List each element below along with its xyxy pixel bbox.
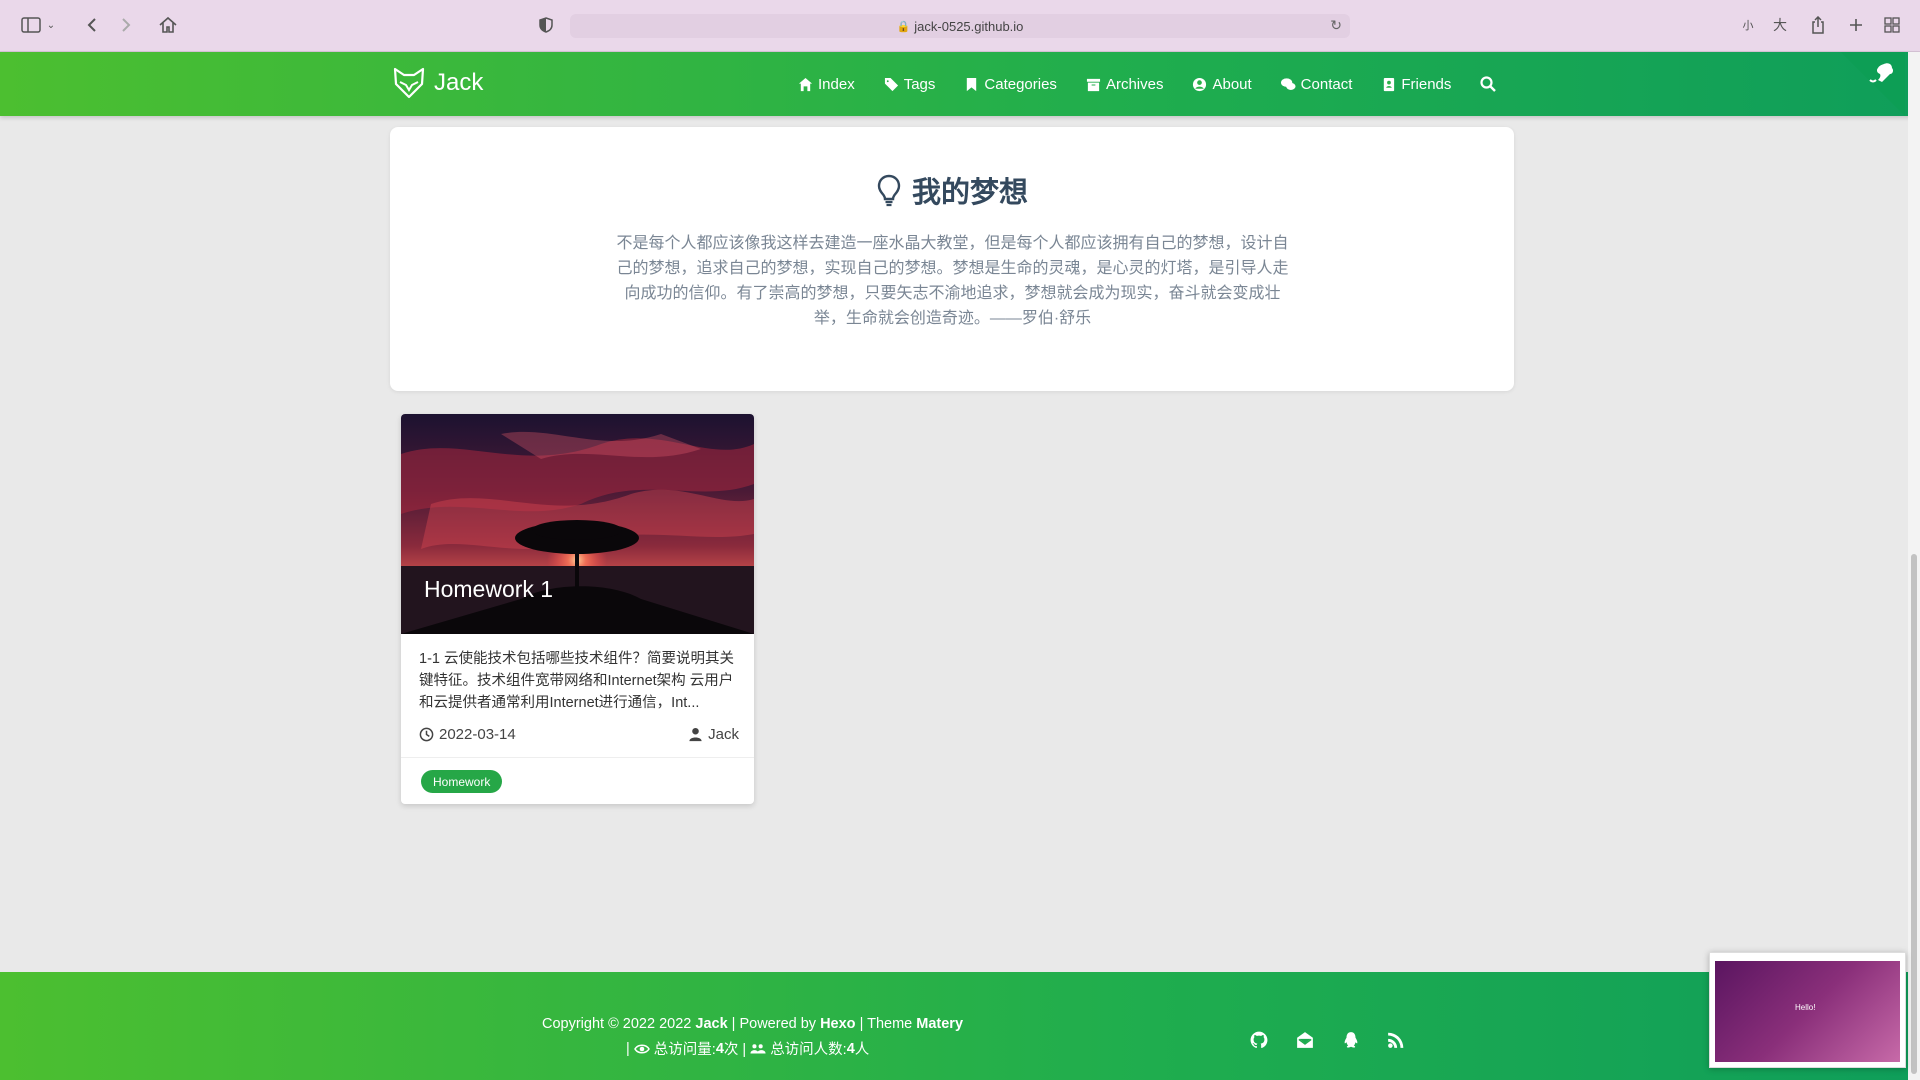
reload-icon[interactable]: ↻ (1330, 17, 1342, 34)
visits-label: 总访问量: (653, 1042, 716, 1058)
nav-tags-label: Tags (903, 75, 936, 93)
eye-icon (633, 1044, 650, 1053)
comments-icon (1280, 77, 1296, 90)
nav-index-label: Index (818, 75, 855, 93)
preview-image: Hello! (1715, 961, 1900, 1062)
video-preview-thumbnail[interactable]: Hello! (1709, 952, 1906, 1068)
tab-overview-icon[interactable] (1882, 12, 1902, 38)
dream-card: 我的梦想 不是每个人都应该像我这样去建造一座水晶大教堂，但是每个人都应该拥有自己… (390, 127, 1514, 391)
footer-stats: | 总访问量: 4 次 | 总访问人数: 4 人 (626, 1038, 869, 1059)
lock-icon: 🔒 (896, 20, 911, 33)
visits-count: 4 (715, 1040, 724, 1057)
email-link[interactable] (1293, 1028, 1317, 1052)
nav-about[interactable]: About (1192, 75, 1252, 93)
rss-link[interactable] (1384, 1028, 1408, 1052)
site-header: Jack Index Tags Categories Archives Abou… (0, 52, 1920, 116)
bookmark-icon (967, 77, 977, 91)
site-logo[interactable]: Jack (392, 66, 483, 100)
site-footer: Copyright © 2022 2022 Jack | Powered by … (0, 972, 1920, 1080)
nav-about-label: About (1212, 75, 1252, 93)
nav-contact-label: Contact (1300, 75, 1353, 93)
nav-friends[interactable]: Friends (1381, 76, 1451, 93)
nav-categories-label: Categories (984, 75, 1057, 93)
visitors-unit: 人 (854, 1042, 870, 1058)
page-scrollbar[interactable] (1908, 52, 1920, 1080)
shield-icon[interactable] (536, 12, 556, 38)
nav-tags[interactable]: Tags (884, 75, 936, 93)
scroll-thumb[interactable] (1911, 554, 1917, 1074)
footer-author-link[interactable]: Jack (695, 1016, 727, 1032)
article-author-name: Jack (708, 726, 739, 743)
github-link[interactable] (1247, 1028, 1271, 1052)
sidebar-toggle-icon[interactable]: ⌄ (18, 12, 58, 38)
article-date-text: 2022-03-14 (439, 726, 516, 743)
powered-text: | Powered by (727, 1016, 821, 1032)
site-name: Jack (434, 69, 484, 96)
search-button[interactable] (1480, 76, 1497, 92)
nav-archives-label: Archives (1105, 75, 1164, 93)
theme-text: | Theme (855, 1016, 917, 1032)
back-icon[interactable] (82, 12, 102, 38)
archive-icon (1086, 78, 1100, 91)
tags-icon (884, 77, 898, 91)
envelope-open-icon (1297, 1032, 1313, 1048)
main-nav: Index Tags Categories Archives About Con… (798, 52, 1497, 116)
search-icon (1480, 76, 1497, 92)
lightbulb-icon (877, 174, 901, 207)
user-circle-icon (1193, 77, 1207, 91)
article-meta: 2022-03-14 Jack (419, 726, 739, 743)
preview-greeting: Hello! (1795, 1003, 1816, 1012)
article-date: 2022-03-14 (419, 726, 516, 743)
nav-categories[interactable]: Categories (964, 76, 1057, 93)
url-bar[interactable]: 🔒 jack-0525.github.io ↻ (570, 14, 1350, 38)
dream-title: 我的梦想 (911, 177, 1028, 209)
share-icon[interactable] (1808, 12, 1828, 38)
hexo-link[interactable]: Hexo (820, 1016, 855, 1032)
rss-icon (1388, 1032, 1404, 1048)
article-cover-image[interactable]: Homework 1 (401, 414, 754, 634)
stats-separator: | (626, 1040, 630, 1057)
qq-link[interactable] (1339, 1028, 1363, 1052)
nav-index[interactable]: Index (798, 76, 855, 93)
article-title[interactable]: Homework 1 (424, 576, 553, 603)
article-summary: 1-1 云使能技术包括哪些技术组件？简要说明其关键特征。技术组件宽带网络和Int… (419, 651, 734, 711)
github-icon (1250, 1031, 1268, 1049)
url-text: jack-0525.github.io (914, 18, 1024, 34)
fox-logo-icon (393, 67, 425, 99)
divider (401, 757, 754, 758)
octocat-icon[interactable] (1862, 58, 1898, 94)
address-book-icon (1384, 77, 1395, 91)
article-tag[interactable]: Homework (421, 770, 503, 793)
copyright-text: Copyright © 2022 2022 (542, 1016, 696, 1032)
visitors-label: 总访问人数: (770, 1042, 847, 1058)
dream-heading: 我的梦想 (390, 169, 1514, 211)
visits-unit: 次 | (723, 1042, 747, 1058)
nav-friends-label: Friends (1401, 75, 1452, 93)
home-icon[interactable] (156, 12, 180, 38)
nav-archives[interactable]: Archives (1086, 75, 1164, 93)
users-icon (750, 1043, 766, 1053)
qq-icon (1344, 1032, 1358, 1048)
home-icon (798, 77, 813, 91)
zoom-small-button[interactable]: 小 (1738, 12, 1758, 38)
dream-quote: 不是每个人都应该像我这样去建造一座水晶大教堂，但是每个人都应该拥有自己的梦想，设… (616, 235, 1289, 327)
article-card[interactable]: Homework 1 1-1 云使能技术包括哪些技术组件？简要说明其关键特征。技… (401, 414, 754, 804)
matery-link[interactable]: Matery (916, 1016, 963, 1032)
nav-contact[interactable]: Contact (1280, 75, 1353, 93)
clock-icon (419, 727, 434, 742)
footer-copyright: Copyright © 2022 2022 Jack | Powered by … (542, 1016, 963, 1032)
forward-icon[interactable] (116, 12, 136, 38)
user-icon (689, 727, 702, 742)
new-tab-icon[interactable] (1846, 12, 1866, 38)
visitors-count: 4 (846, 1040, 855, 1057)
article-author[interactable]: Jack (688, 726, 739, 743)
zoom-large-button[interactable]: 大 (1770, 12, 1790, 38)
browser-toolbar: ⌄ 🔒 jack-0525.github.io ↻ 小 大 (0, 0, 1920, 52)
